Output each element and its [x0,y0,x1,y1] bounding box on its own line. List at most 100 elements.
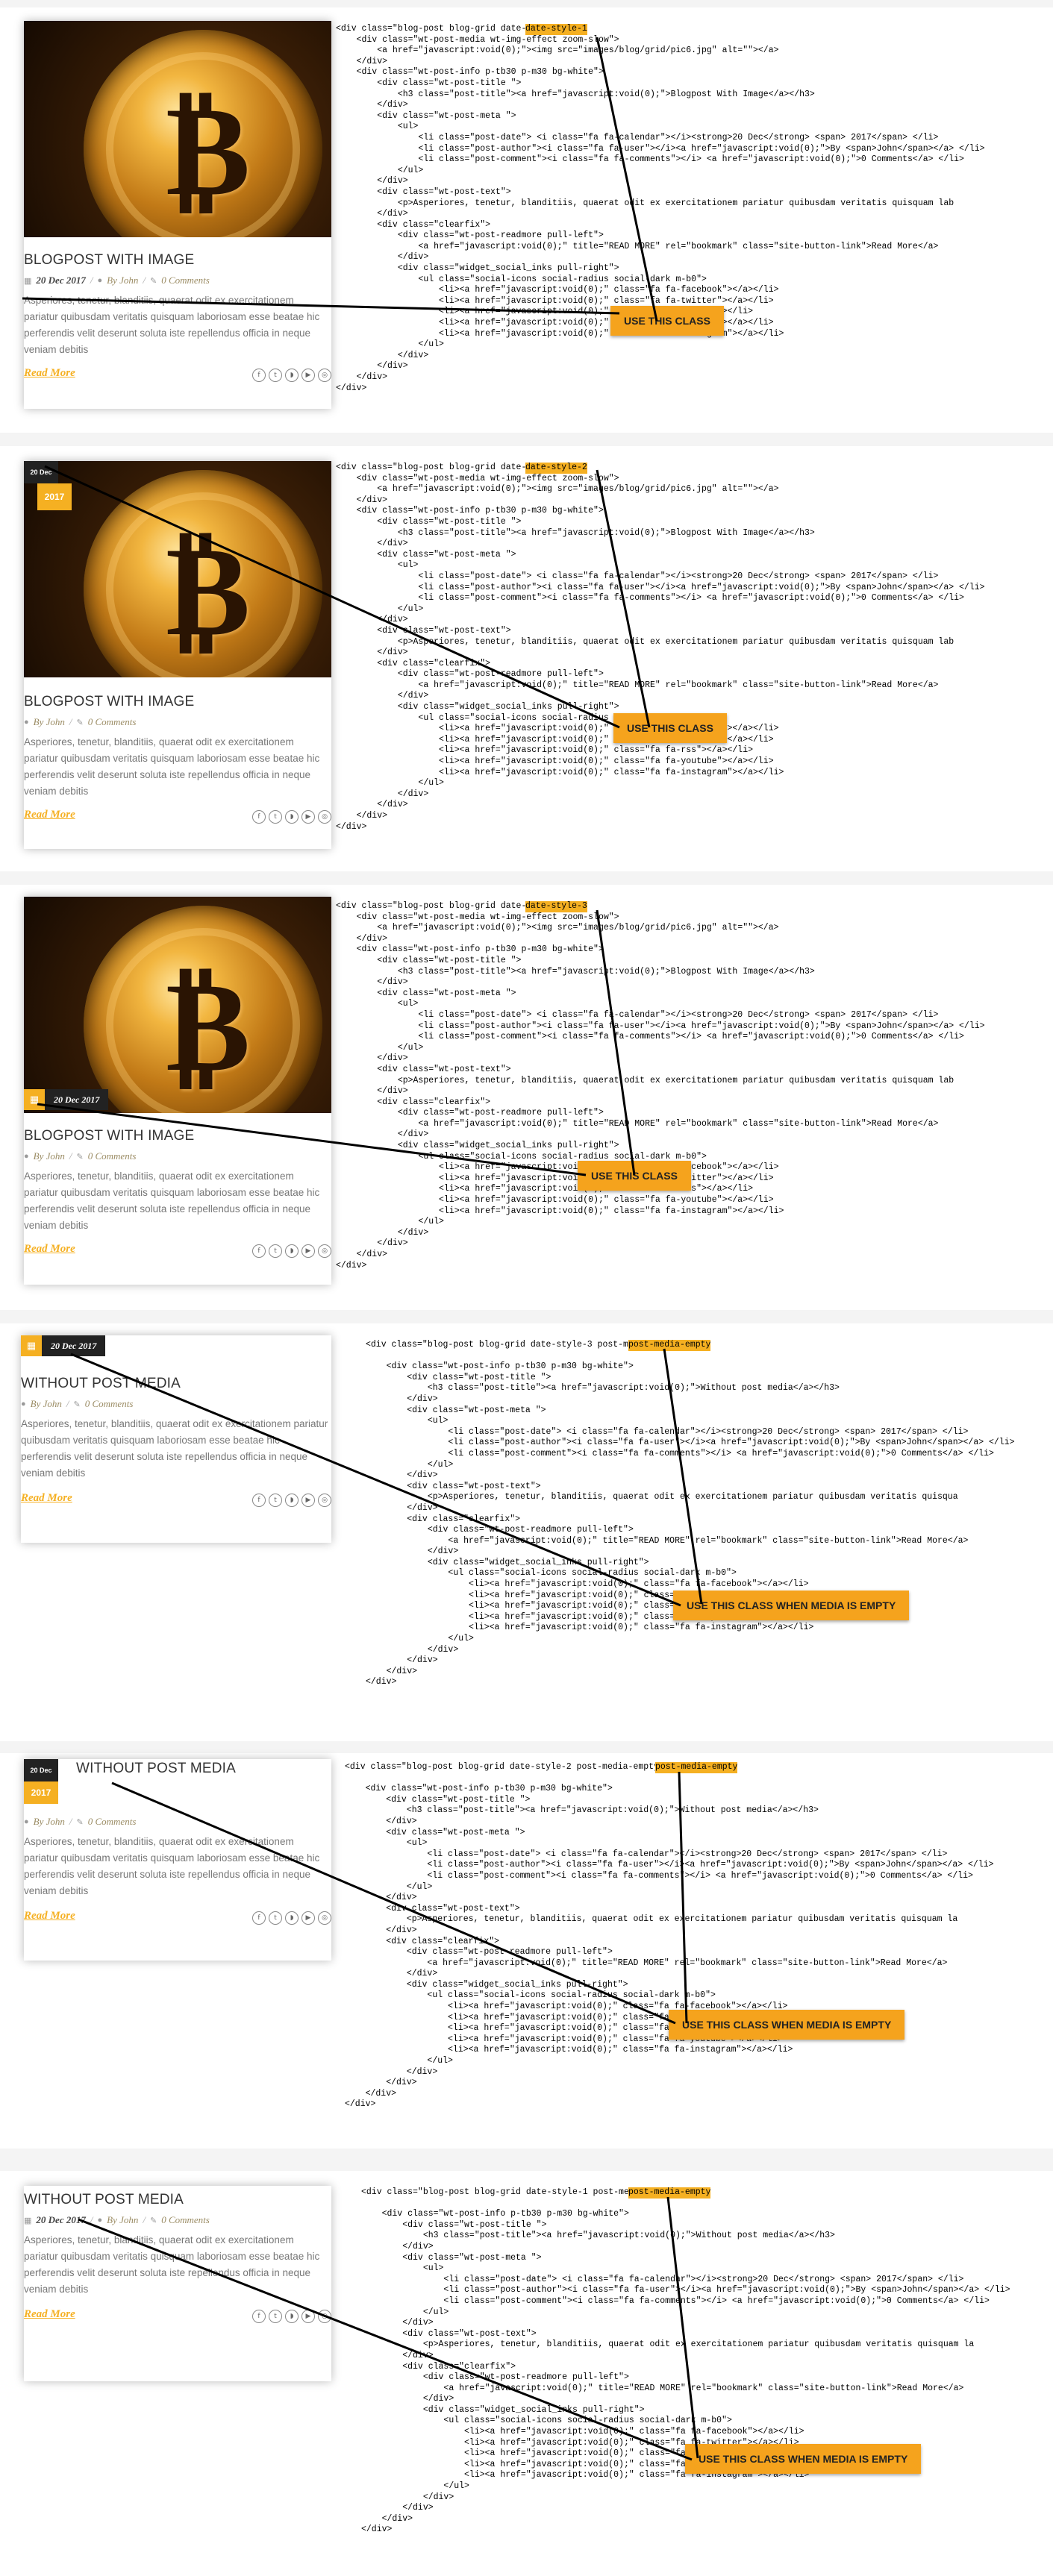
youtube-icon[interactable]: ▶ [301,1244,315,1258]
instagram-icon[interactable]: ◎ [318,1494,331,1507]
user-icon: ● [97,2216,103,2225]
social-icons: f t ◗ ▶ ◎ [252,1494,331,1507]
twitter-icon[interactable]: t [269,810,282,824]
calendar-icon: ▦ [24,2216,32,2225]
post-author[interactable]: By John [34,1150,65,1162]
social-icons: f t ◗ ▶ ◎ [252,1244,331,1258]
post-comments[interactable]: 0 Comments [88,716,137,728]
post-author[interactable]: By John [34,1816,65,1828]
twitter-icon[interactable]: t [269,1494,282,1507]
use-class-empty-callout: USE THIS CLASS WHEN MEDIA IS EMPTY [673,1591,910,1620]
facebook-icon[interactable]: f [252,810,266,824]
post-media[interactable]: ₿ [24,21,331,237]
rss-icon[interactable]: ◗ [285,369,299,382]
youtube-icon[interactable]: ▶ [301,1494,315,1507]
date-badge-year: 2017 [37,483,72,510]
youtube-icon[interactable]: ▶ [301,1911,315,1925]
facebook-icon[interactable]: f [252,1911,266,1925]
post-title[interactable]: WITHOUT POST MEDIA [76,1761,236,1777]
rss-icon[interactable]: ◗ [285,1244,299,1258]
post-author[interactable]: By John [31,1398,62,1410]
twitter-icon[interactable]: t [269,369,282,382]
social-icons: f t ◗ ▶ ◎ [252,369,331,382]
section-date-style-1: ₿ BLOGPOST WITH IMAGE ▦ 20 Dec 2017 / ● … [0,7,1053,433]
read-more-link[interactable]: Read More [24,809,75,821]
code-snippet: <div class="blog-post blog-grid date-sty… [336,463,985,832]
post-comments[interactable]: 0 Comments [161,2214,210,2226]
comments-icon: ✎ [76,718,84,727]
post-meta: ● By John / ✎ 0 Comments [24,1816,137,1828]
post-title[interactable]: BLOGPOST WITH IMAGE [24,1128,194,1144]
section-date-style-3: ₿ ▦ 20 Dec 2017 BLOGPOST WITH IMAGE ● By… [0,885,1053,1310]
use-class-empty-callout: USE THIS CLASS WHEN MEDIA IS EMPTY [669,2010,905,2040]
youtube-icon[interactable]: ▶ [301,810,315,824]
twitter-icon[interactable]: t [269,2310,282,2323]
post-info: BLOGPOST WITH IMAGE ● By John / ✎ 0 Comm… [24,677,331,849]
post-media[interactable]: ₿ 20 Dec 2017 [24,461,331,677]
post-info: WITHOUT POST MEDIA ▦ 20 Dec 2017 / ● By … [24,2186,331,2381]
post-comments[interactable]: 0 Comments [88,1816,137,1828]
rss-icon[interactable]: ◗ [285,2310,299,2323]
facebook-icon[interactable]: f [252,369,266,382]
post-title[interactable]: BLOGPOST WITH IMAGE [24,694,194,710]
date-badge-text: 20 Dec 2017 [45,1089,109,1110]
class-highlight: post-media-empty [628,1340,711,1351]
rss-icon[interactable]: ◗ [285,1494,299,1507]
calendar-icon: ▦ [24,1089,45,1110]
section-date-style-1-empty: WITHOUT POST MEDIA ▦ 20 Dec 2017 / ● By … [0,2171,1053,2576]
bitcoin-symbol: ₿ [166,957,251,1097]
facebook-icon[interactable]: f [252,2310,266,2323]
instagram-icon[interactable]: ◎ [318,2310,331,2323]
use-class-callout: USE THIS CLASS [610,306,724,336]
social-icons: f t ◗ ▶ ◎ [252,1911,331,1925]
instagram-icon[interactable]: ◎ [318,1911,331,1925]
post-comments[interactable]: 0 Comments [85,1398,134,1410]
read-more-link[interactable]: Read More [24,367,75,380]
comments-icon: ✎ [149,2216,157,2225]
instagram-icon[interactable]: ◎ [318,369,331,382]
user-icon: ● [24,718,29,727]
rss-icon[interactable]: ◗ [285,1911,299,1925]
rss-icon[interactable]: ◗ [285,810,299,824]
read-more-link[interactable]: Read More [24,1243,75,1256]
post-comments[interactable]: 0 Comments [88,1150,137,1162]
bitcoin-symbol: ₿ [166,521,251,662]
instagram-icon[interactable]: ◎ [318,1244,331,1258]
post-title[interactable]: BLOGPOST WITH IMAGE [24,252,194,269]
twitter-icon[interactable]: t [269,1911,282,1925]
youtube-icon[interactable]: ▶ [301,369,315,382]
comments-icon: ✎ [76,1152,84,1162]
user-icon: ● [24,1152,29,1161]
instagram-icon[interactable]: ◎ [318,810,331,824]
youtube-icon[interactable]: ▶ [301,2310,315,2323]
blog-card: ▦ 20 Dec 2017 WITHOUT POST MEDIA ● By Jo… [21,1335,331,1543]
class-highlight: date-style-2 [525,463,587,474]
post-media[interactable]: ₿ ▦ 20 Dec 2017 [24,897,331,1113]
post-title[interactable]: WITHOUT POST MEDIA [24,2192,184,2208]
post-title[interactable]: WITHOUT POST MEDIA [21,1376,181,1392]
post-author[interactable]: By John [107,2214,138,2226]
post-info: BLOGPOST WITH IMAGE ▦ 20 Dec 2017 / ● By… [24,237,331,409]
blog-card: ₿ 20 Dec 2017 BLOGPOST WITH IMAGE ● By J… [24,461,331,849]
read-more-link[interactable]: Read More [24,2308,75,2321]
post-comments[interactable]: 0 Comments [161,275,210,286]
post-text: Asperiores, tenetur, blanditiis, quaerat… [24,295,320,355]
post-author[interactable]: By John [34,716,65,728]
post-author[interactable]: By John [107,275,138,286]
post-meta: ▦ 20 Dec 2017 / ● By John / ✎ 0 Comments [24,275,210,286]
facebook-icon[interactable]: f [252,1244,266,1258]
post-info: BLOGPOST WITH IMAGE ● By John / ✎ 0 Comm… [24,1113,331,1285]
blog-card: WITHOUT POST MEDIA ▦ 20 Dec 2017 / ● By … [24,2186,331,2381]
post-date: 20 Dec 2017 [36,275,86,286]
date-badge: ▦ 20 Dec 2017 [24,1089,109,1110]
post-meta: ● By John / ✎ 0 Comments [24,1150,137,1162]
read-more-link[interactable]: Read More [24,1910,75,1922]
blog-card: ₿ ▦ 20 Dec 2017 BLOGPOST WITH IMAGE ● By… [24,897,331,1285]
read-more-link[interactable]: Read More [21,1492,72,1505]
user-icon: ● [24,1817,29,1826]
twitter-icon[interactable]: t [269,1244,282,1258]
date-badge-day: 20 Dec [24,461,58,483]
facebook-icon[interactable]: f [252,1494,266,1507]
use-class-callout: USE THIS CLASS [578,1161,691,1191]
post-date: 20 Dec 2017 [36,2214,86,2225]
